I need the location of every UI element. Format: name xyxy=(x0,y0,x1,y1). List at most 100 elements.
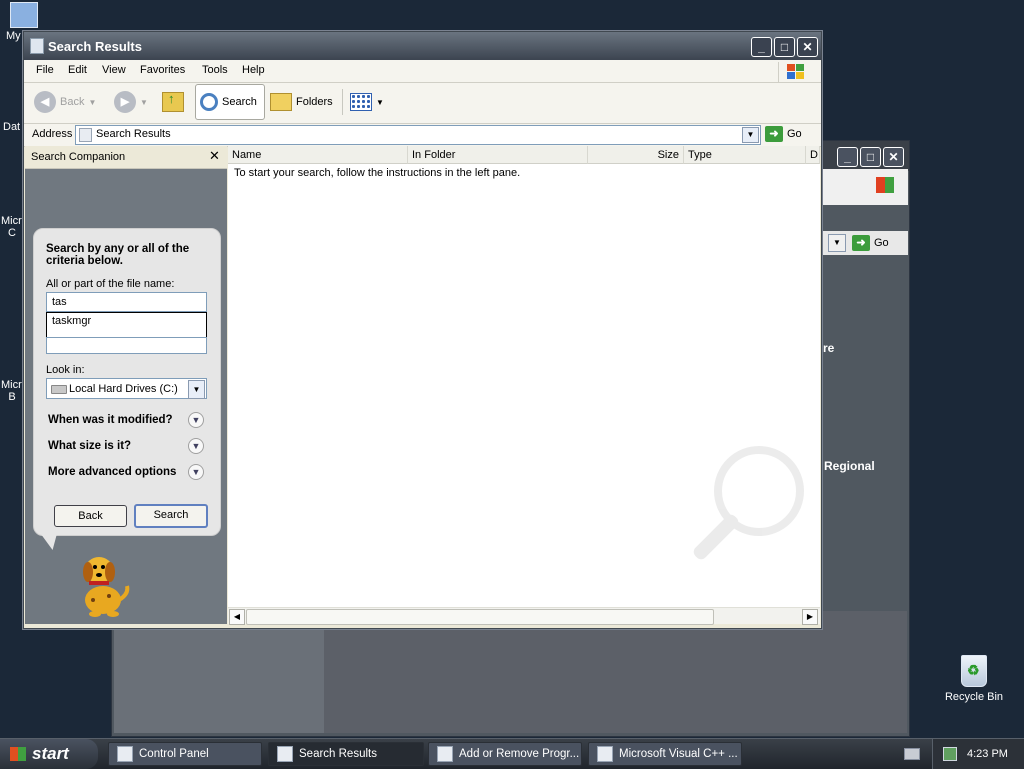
menu-help[interactable]: Help xyxy=(242,64,265,76)
recycle-bin-icon: ♻ xyxy=(961,655,987,687)
balloon-tail xyxy=(39,532,61,550)
views-button[interactable]: ▼ xyxy=(350,87,384,117)
clock[interactable]: 4:23 PM xyxy=(967,748,1008,760)
up-folder-button[interactable]: ↑ xyxy=(162,87,184,117)
go-arrow-icon[interactable]: ➜ xyxy=(852,235,870,251)
back-label: Back xyxy=(60,96,85,108)
search-balloon: Search by any or all of the criteria bel… xyxy=(33,228,221,536)
results-message: To start your search, follow the instruc… xyxy=(234,167,521,179)
search-results-icon xyxy=(79,128,92,142)
menu-view[interactable]: View xyxy=(102,64,126,76)
results-pane[interactable]: Name In Folder Size Type D To start your… xyxy=(228,146,820,625)
column-header-type[interactable]: Type xyxy=(684,146,806,164)
start-label: start xyxy=(32,744,69,763)
titlebar[interactable]: Search Results _ □ ✕ xyxy=(24,32,821,60)
scroll-thumb[interactable] xyxy=(246,609,714,625)
go-button[interactable]: ➜ Go xyxy=(765,126,802,142)
task-control-panel[interactable]: Control Panel xyxy=(108,742,262,766)
recycle-bin-label: Recycle Bin xyxy=(944,691,1004,703)
expand-chevron-icon[interactable]: ▼ xyxy=(188,412,204,428)
search-dog-icon[interactable] xyxy=(75,550,135,623)
scroll-left-icon[interactable]: ◀ xyxy=(229,609,245,625)
menu-tools[interactable]: Tools xyxy=(202,64,228,76)
background-window-address: ▼ ➜ Go xyxy=(822,231,908,255)
expand-chevron-icon[interactable]: ▼ xyxy=(188,464,204,480)
toolbar: ◀ Back ▼ ▶ ▼ ↑ Search Folders ▼ xyxy=(24,83,821,124)
background-text-regional: Regional xyxy=(824,459,875,473)
magnifier-watermark-icon xyxy=(674,446,814,596)
close-icon[interactable]: ✕ xyxy=(209,148,220,164)
column-header-name[interactable]: Name xyxy=(228,146,408,164)
back-button-companion[interactable]: Back xyxy=(54,505,127,527)
hard-drive-icon xyxy=(51,385,67,394)
minimize-button[interactable]: _ xyxy=(751,37,772,57)
search-companion-header: Search Companion ✕ xyxy=(25,146,227,169)
column-header-date[interactable]: D xyxy=(806,146,820,164)
option-when-modified[interactable]: When was it modified? xyxy=(48,414,173,426)
search-companion-title: Search Companion xyxy=(31,151,126,163)
desktop-icon-label: Micro B xyxy=(1,379,28,403)
scroll-right-icon[interactable]: ▶ xyxy=(802,609,818,625)
option-advanced[interactable]: More advanced options xyxy=(48,466,176,478)
start-button[interactable]: start xyxy=(0,739,98,769)
search-results-window[interactable]: Search Results _ □ ✕ File Edit View Favo… xyxy=(23,31,822,629)
menu-edit[interactable]: Edit xyxy=(68,64,87,76)
task-label: Control Panel xyxy=(139,748,209,760)
option-size[interactable]: What size is it? xyxy=(48,440,131,452)
search-submit-button[interactable]: Search xyxy=(134,504,208,528)
expand-chevron-icon[interactable]: ▼ xyxy=(188,438,204,454)
magnifier-icon xyxy=(200,93,218,111)
task-visual-cpp[interactable]: Microsoft Visual C++ ... xyxy=(588,742,742,766)
go-label[interactable]: Go xyxy=(874,237,889,249)
column-header-in-folder[interactable]: In Folder xyxy=(408,146,588,164)
task-add-remove-programs[interactable]: Add or Remove Progr... xyxy=(428,742,582,766)
search-heading: Search by any or all of the criteria bel… xyxy=(46,243,190,267)
task-search-results[interactable]: Search Results xyxy=(268,742,424,766)
maximize-button[interactable]: □ xyxy=(774,37,795,57)
back-button[interactable]: ◀ Back ▼ xyxy=(34,87,96,117)
views-grid-icon xyxy=(350,93,372,111)
address-bar: Address Search Results ▼ ➜ Go xyxy=(24,124,821,147)
chevron-down-icon: ▼ xyxy=(88,97,97,107)
horizontal-scrollbar[interactable]: ◀ ▶ xyxy=(228,607,820,625)
dropdown-arrow-icon: ▼ xyxy=(188,380,205,399)
desktop-icon-microsoft-1[interactable]: Micro C xyxy=(1,203,28,251)
forward-button[interactable]: ▶ ▼ xyxy=(114,87,148,117)
windows-logo-icon xyxy=(876,177,894,193)
lookin-select[interactable]: Local Hard Drives (C:) ▼ xyxy=(46,378,207,399)
folders-label: Folders xyxy=(296,96,333,108)
control-panel-icon xyxy=(117,746,133,762)
search-button[interactable]: Search xyxy=(195,84,265,120)
dropdown-arrow-icon[interactable]: ▼ xyxy=(828,234,846,252)
keyboard-icon[interactable] xyxy=(904,748,920,760)
address-field[interactable]: Search Results ▼ xyxy=(75,125,761,145)
up-folder-icon: ↑ xyxy=(162,91,184,112)
task-label: Microsoft Visual C++ ... xyxy=(619,748,738,760)
desktop-icon-recycle-bin[interactable]: ♻ Recycle Bin xyxy=(940,655,1008,703)
address-value: Search Results xyxy=(96,128,171,140)
maximize-button[interactable]: □ xyxy=(860,147,881,167)
visual-cpp-icon xyxy=(597,746,613,762)
background-text-re: re xyxy=(823,341,835,355)
dropdown-arrow-icon[interactable]: ▼ xyxy=(742,127,759,143)
desktop-icon-microsoft-2[interactable]: Micro B xyxy=(1,367,28,415)
close-button[interactable]: ✕ xyxy=(883,147,904,167)
desktop-icon-data[interactable]: Dat xyxy=(3,121,25,133)
folders-button[interactable]: Folders xyxy=(270,87,333,117)
close-button[interactable]: ✕ xyxy=(797,37,818,57)
address-label: Address xyxy=(32,128,73,140)
autocomplete-suggestion[interactable]: taskmgr xyxy=(46,312,207,338)
windows-flag-icon xyxy=(10,747,26,761)
menu-file[interactable]: File xyxy=(36,64,54,76)
network-icon[interactable] xyxy=(943,747,957,761)
filename-input-lower xyxy=(46,337,207,354)
go-label: Go xyxy=(787,128,802,140)
desktop-icon-label: Dat xyxy=(3,121,21,133)
search-companion-pane: Search Companion ✕ Search by any or all … xyxy=(25,146,227,624)
menu-favorites[interactable]: Favorites xyxy=(140,64,185,76)
lookin-label: Look in: xyxy=(46,364,85,376)
minimize-button[interactable]: _ xyxy=(837,147,858,167)
menubar: File Edit View Favorites Tools Help xyxy=(24,60,821,83)
filename-input[interactable]: tas xyxy=(46,292,207,312)
column-header-size[interactable]: Size xyxy=(588,146,684,164)
